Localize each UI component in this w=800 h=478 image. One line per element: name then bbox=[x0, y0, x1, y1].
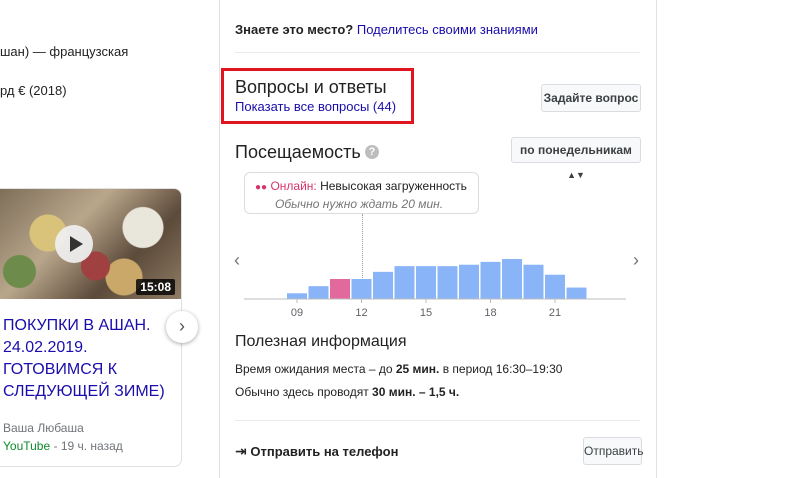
live-status-text: Невысокая загруженность bbox=[320, 179, 467, 193]
x-tick-label-09: 09 bbox=[291, 307, 303, 319]
play-icon[interactable] bbox=[55, 225, 93, 263]
left-description-line1: шан) — французская bbox=[0, 44, 129, 59]
x-tick-label-12: 12 bbox=[355, 307, 367, 319]
wait-value: 25 мин. bbox=[395, 362, 440, 376]
share-knowledge-link[interactable]: Поделитесь своими знаниями bbox=[357, 22, 538, 37]
show-all-questions-link[interactable]: Показать все вопросы (44) bbox=[235, 99, 396, 114]
day-select-dropdown[interactable]: по понедельникам ▲▼ bbox=[511, 137, 641, 180]
send-button[interactable]: Отправить bbox=[583, 437, 644, 465]
spend-prefix: Обычно здесь проводят bbox=[235, 385, 373, 399]
send-to-phone-label: Отправить на телефон bbox=[250, 444, 399, 459]
wait-prefix: Время ожидания места – до bbox=[235, 362, 396, 376]
hour-bar-16[interactable] bbox=[437, 266, 458, 299]
hour-bar-21[interactable] bbox=[545, 274, 565, 299]
video-thumbnail[interactable]: 15:08 bbox=[0, 189, 181, 299]
hour-bar-17[interactable] bbox=[459, 264, 479, 299]
send-to-phone-icon: ⇥ bbox=[235, 443, 247, 459]
chevron-right-icon[interactable]: › bbox=[633, 250, 639, 271]
video-duration: 15:08 bbox=[136, 279, 175, 295]
video-age: - 19 ч. назад bbox=[50, 439, 123, 453]
sort-arrows-icon: ▲▼ bbox=[567, 170, 585, 180]
people-icon: ●● bbox=[255, 182, 268, 193]
hour-bar-13[interactable] bbox=[373, 271, 393, 299]
video-author: Ваша Любаша bbox=[3, 421, 84, 435]
send-to-phone-row[interactable]: ⇥ Отправить на телефон bbox=[235, 443, 398, 460]
hour-bar-20[interactable] bbox=[523, 264, 544, 299]
x-tick-label-15: 15 bbox=[420, 307, 432, 319]
time-spent-line: Обычно здесь проводят 30 мин. – 1,5 ч. bbox=[235, 385, 459, 399]
video-card[interactable]: 15:08 ПОКУПКИ В АШАН. 24.02.2019. ГОТОВИ… bbox=[0, 188, 182, 467]
typical-wait-text: Обычно нужно ждать 20 мин. bbox=[275, 197, 444, 211]
carousel-next-button[interactable]: › bbox=[166, 311, 198, 343]
popular-times-title: Посещаемость bbox=[235, 142, 361, 162]
wait-suffix: в период 16:30–19:30 bbox=[439, 362, 563, 376]
video-title-link[interactable]: ПОКУПКИ В АШАН. 24.02.2019. ГОТОВИМСЯ К … bbox=[3, 315, 173, 403]
hour-bar-10[interactable] bbox=[308, 286, 329, 299]
spend-value: 30 мин. – 1,5 ч. bbox=[372, 385, 460, 399]
live-label: Онлайн: bbox=[270, 179, 317, 193]
ask-question-button[interactable]: Задайте вопрос bbox=[541, 84, 641, 112]
useful-info-title: Полезная информация bbox=[235, 333, 407, 350]
live-status-tooltip: ●● Онлайн: Невысокая загруженность Обычн… bbox=[244, 172, 479, 214]
x-tick-label-18: 18 bbox=[484, 307, 496, 319]
hour-bar-19[interactable] bbox=[502, 259, 522, 299]
hour-bar-22[interactable] bbox=[566, 287, 587, 299]
hour-bar-11[interactable] bbox=[330, 279, 350, 299]
video-source-site: YouTube bbox=[3, 439, 51, 453]
x-tick-label-21: 21 bbox=[549, 307, 561, 319]
hour-bar-15[interactable] bbox=[416, 266, 436, 299]
popular-times-chart: 09 12 15 18 21 bbox=[244, 259, 626, 319]
divider bbox=[235, 420, 640, 421]
know-place-row: Знаете это место? Поделитесь своими знан… bbox=[235, 22, 538, 37]
live-status-line: ●● Онлайн: Невысокая загруженность bbox=[255, 179, 467, 193]
hour-bar-09[interactable] bbox=[287, 293, 307, 299]
hour-bar-18[interactable] bbox=[480, 261, 501, 299]
left-description-line2: рд € (2018) bbox=[0, 83, 67, 98]
chevron-right-icon: › bbox=[179, 316, 185, 336]
wait-time-line: Время ожидания места – до 25 мин. в пери… bbox=[235, 362, 562, 376]
hour-bar-14[interactable] bbox=[394, 266, 415, 299]
help-icon[interactable]: ? bbox=[365, 145, 379, 159]
day-select-label: по понедельникам bbox=[520, 143, 632, 157]
know-place-question: Знаете это место? bbox=[235, 22, 354, 37]
qa-title: Вопросы и ответы bbox=[235, 77, 387, 97]
hour-bar-12[interactable] bbox=[351, 279, 372, 299]
divider bbox=[235, 52, 640, 53]
video-source: YouTube - 19 ч. назад bbox=[3, 439, 123, 453]
